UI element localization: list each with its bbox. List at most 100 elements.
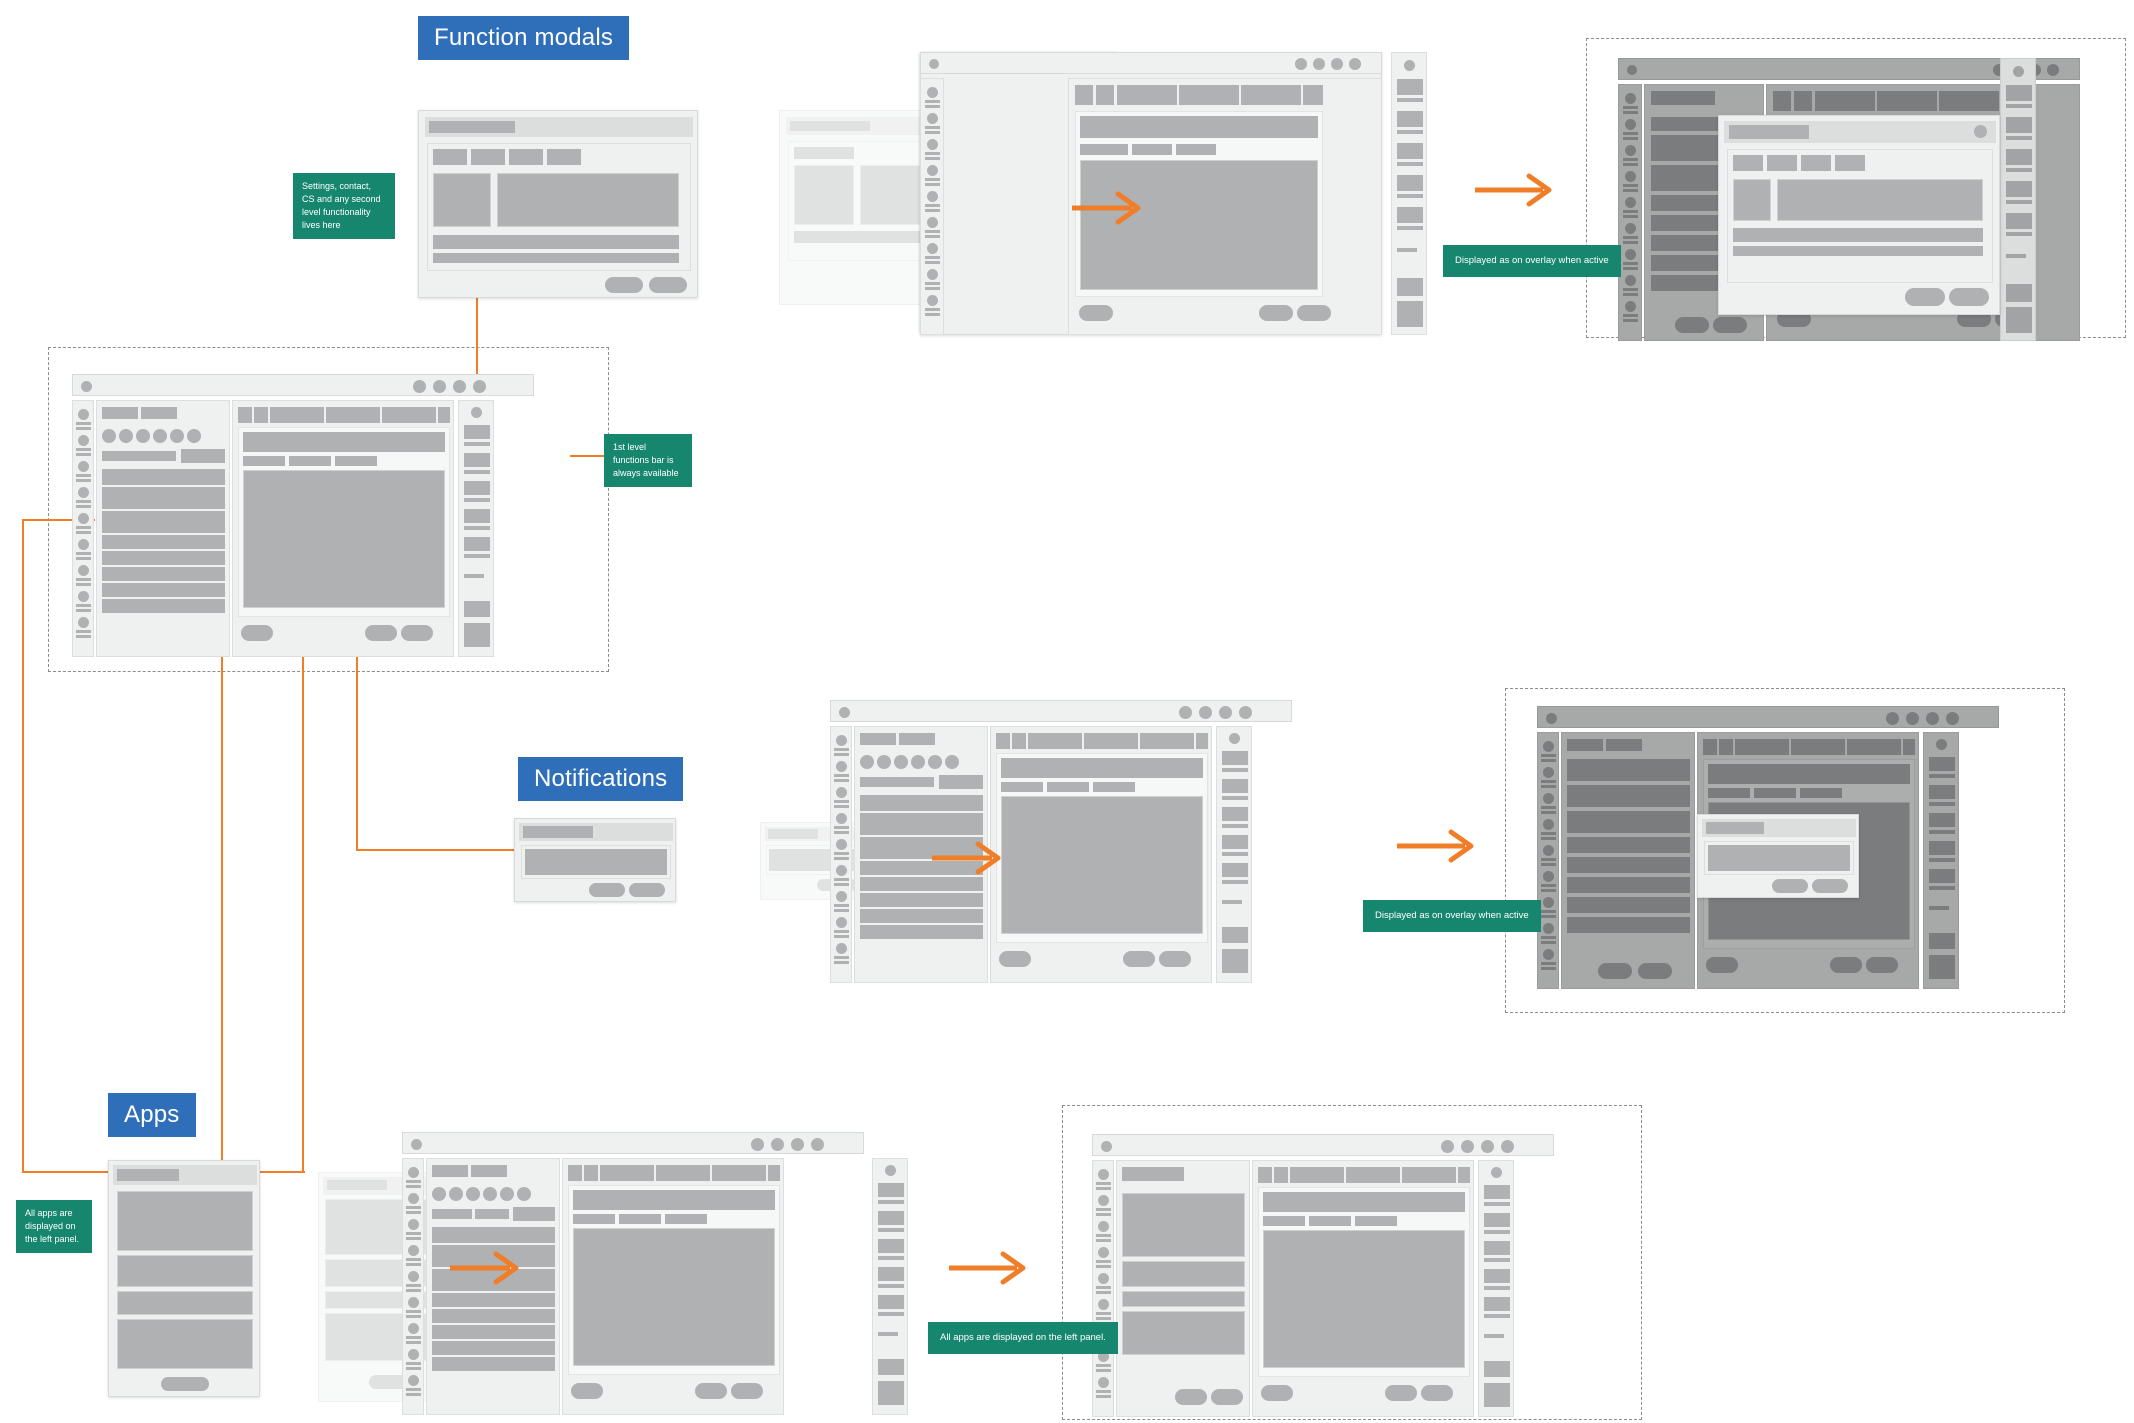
- left-icon-rail[interactable]: [1092, 1160, 1114, 1417]
- window-control-icon[interactable]: [473, 380, 486, 393]
- window-control-icon[interactable]: [1331, 58, 1343, 70]
- left-icon-rail[interactable]: [402, 1158, 424, 1415]
- list-item[interactable]: [102, 535, 225, 549]
- toolbar-chip[interactable]: [1241, 85, 1301, 105]
- avatar[interactable]: [153, 429, 167, 443]
- avatar[interactable]: [170, 429, 184, 443]
- toolbar-chip[interactable]: [1096, 85, 1114, 105]
- avatar[interactable]: [136, 429, 150, 443]
- list-item[interactable]: [102, 469, 225, 485]
- app-tile[interactable]: [117, 1191, 253, 1251]
- apps-list-card[interactable]: [108, 1160, 260, 1397]
- content-chip[interactable]: [243, 456, 285, 466]
- modal-primary-button[interactable]: [629, 883, 665, 897]
- notification-modal-overlay[interactable]: [1697, 814, 1859, 898]
- modal-secondary-button[interactable]: [1905, 288, 1945, 306]
- toolbar-chip[interactable]: [1303, 85, 1323, 105]
- toolbar-chip[interactable]: [1179, 85, 1239, 105]
- tab-chip[interactable]: [1801, 155, 1831, 171]
- right-utility-rail[interactable]: [1216, 726, 1252, 983]
- list-item[interactable]: [102, 567, 225, 581]
- toolbar-chip[interactable]: [238, 407, 252, 423]
- window-control-icon[interactable]: [1295, 58, 1307, 70]
- connector-branch-canvas-h: [356, 849, 516, 851]
- window-control-icon[interactable]: [1313, 58, 1325, 70]
- toolbar-chip[interactable]: [270, 407, 324, 423]
- left-icon-rail[interactable]: [920, 78, 944, 335]
- left-icon-rail[interactable]: [1618, 84, 1642, 341]
- modal-secondary-button[interactable]: [605, 277, 643, 293]
- app-tile[interactable]: [1122, 1291, 1245, 1307]
- avatar[interactable]: [102, 429, 116, 443]
- flow-arrow-row2-to-result: [1397, 829, 1474, 863]
- tab-chip[interactable]: [547, 149, 581, 165]
- search-input[interactable]: [102, 451, 176, 461]
- left-icon-rail[interactable]: [830, 726, 852, 983]
- panel-tag[interactable]: [102, 407, 138, 419]
- note-first-level-bar: 1st level functions bar is always availa…: [604, 434, 692, 488]
- notification-modal-standalone[interactable]: [514, 818, 676, 902]
- window-control-icon[interactable]: [413, 380, 426, 393]
- modal-primary-button[interactable]: [1812, 879, 1848, 893]
- close-icon[interactable]: [1974, 125, 1987, 138]
- modal-primary-button[interactable]: [1949, 288, 1989, 306]
- list-item[interactable]: [102, 583, 225, 597]
- toolbar-chip[interactable]: [1117, 85, 1177, 105]
- panel-tag[interactable]: [141, 407, 177, 419]
- app-tile[interactable]: [117, 1291, 253, 1315]
- footer-button[interactable]: [1259, 305, 1293, 321]
- toolbar-chip[interactable]: [326, 407, 380, 423]
- right-utility-rail[interactable]: [1478, 1160, 1514, 1417]
- function-modal-overlay[interactable]: [1718, 115, 2000, 315]
- toolbar-chip[interactable]: [1075, 85, 1093, 105]
- card-footer-button[interactable]: [161, 1377, 209, 1391]
- footer-button[interactable]: [1211, 1389, 1243, 1405]
- tab-chip[interactable]: [433, 149, 467, 165]
- footer-button[interactable]: [1175, 1389, 1207, 1405]
- modal-primary-button[interactable]: [649, 277, 687, 293]
- footer-button[interactable]: [1297, 305, 1331, 321]
- list-item[interactable]: [102, 551, 225, 565]
- tab-chip[interactable]: [1767, 155, 1797, 171]
- tab-chip[interactable]: [471, 149, 505, 165]
- app-tile[interactable]: [1122, 1261, 1245, 1287]
- title-bar: [72, 374, 534, 396]
- right-utility-rail-row1[interactable]: [1391, 52, 1427, 335]
- tab-chip[interactable]: [1835, 155, 1865, 171]
- content-chip[interactable]: [289, 456, 331, 466]
- footer-button[interactable]: [401, 625, 433, 641]
- content-chip[interactable]: [335, 456, 377, 466]
- app-tile[interactable]: [1122, 1193, 1245, 1257]
- modal-secondary-button[interactable]: [1772, 879, 1808, 893]
- toolbar-chip[interactable]: [438, 407, 450, 423]
- list-item[interactable]: [102, 487, 225, 509]
- left-icon-rail[interactable]: [1537, 732, 1559, 989]
- footer-button[interactable]: [1079, 305, 1113, 321]
- avatar[interactable]: [187, 429, 201, 443]
- app-tile[interactable]: [117, 1255, 253, 1287]
- app-tile[interactable]: [1122, 1311, 1245, 1355]
- footer-button[interactable]: [365, 625, 397, 641]
- filter-button[interactable]: [181, 449, 225, 463]
- window-control-icon[interactable]: [453, 380, 466, 393]
- app-tile[interactable]: [117, 1319, 253, 1369]
- toolbar-chip[interactable]: [382, 407, 436, 423]
- right-utility-rail-result-row1[interactable]: [2000, 58, 2036, 341]
- toolbar-chip[interactable]: [254, 407, 268, 423]
- list-item[interactable]: [102, 511, 225, 533]
- function-modal-standalone[interactable]: [418, 110, 698, 298]
- tab-chip[interactable]: [1733, 155, 1763, 171]
- avatar[interactable]: [119, 429, 133, 443]
- right-utility-rail[interactable]: [872, 1158, 908, 1415]
- footer-button[interactable]: [241, 625, 273, 641]
- window-control-icon[interactable]: [1349, 58, 1361, 70]
- list-item[interactable]: [102, 599, 225, 613]
- modal-secondary-button[interactable]: [589, 883, 625, 897]
- base-right-utility-rail[interactable]: [458, 400, 494, 657]
- base-left-icon-rail[interactable]: [72, 400, 94, 657]
- connector-branch-footer: [302, 638, 304, 1172]
- connector-rail-note: [570, 455, 606, 457]
- right-utility-rail[interactable]: [1923, 732, 1959, 989]
- tab-chip[interactable]: [509, 149, 543, 165]
- window-control-icon[interactable]: [433, 380, 446, 393]
